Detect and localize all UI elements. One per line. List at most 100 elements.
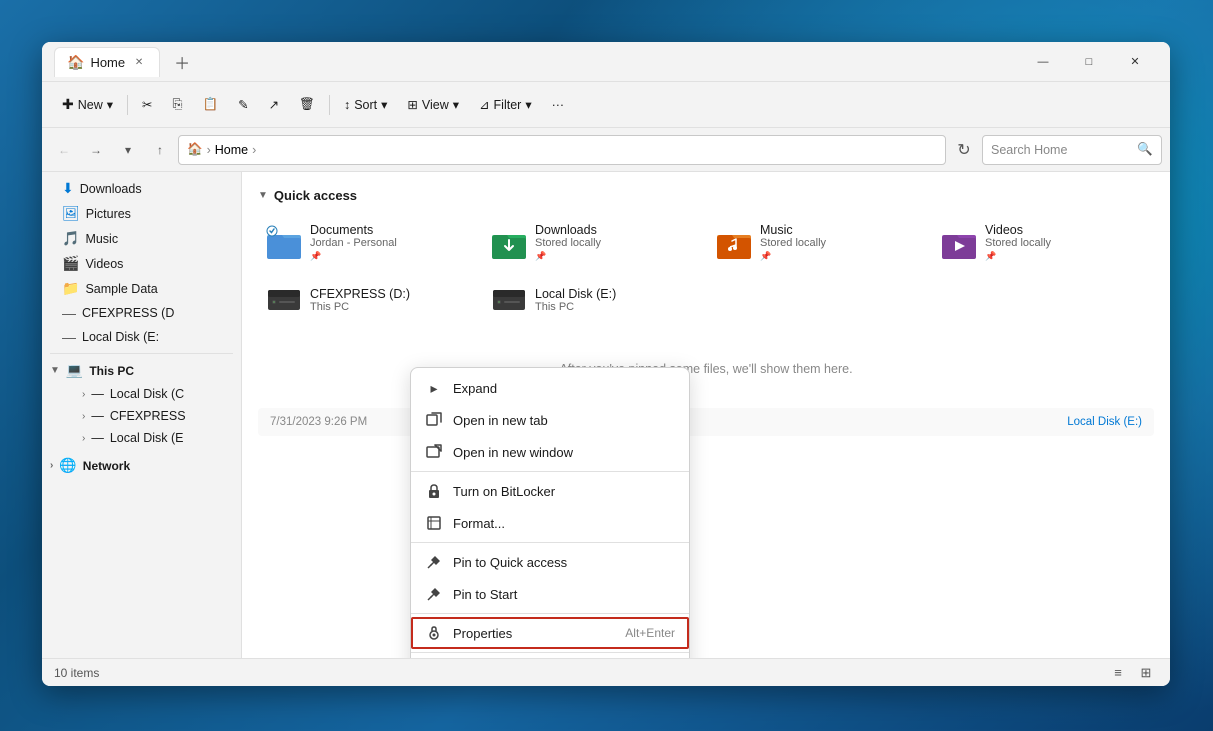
ctx-show-more[interactable]: Show more options [411,656,689,658]
ctx-expand-label: Expand [453,381,497,396]
sidebar-section-network[interactable]: › 🌐 Network [42,453,241,478]
back-button[interactable]: ← [50,136,78,164]
new-tab-button[interactable]: ＋ [168,48,196,76]
file-item-downloads[interactable]: Downloads Stored locally 📌 [483,215,704,270]
rename-button[interactable]: ✎ [230,92,256,117]
view-button[interactable]: ⊞ View ▾ [399,92,467,117]
ctx-expand[interactable]: ▸ Expand [411,372,689,404]
forward-button[interactable]: → [82,136,110,164]
local-e2-chevron: › [82,433,85,444]
bitlocker-icon [425,482,443,500]
sidebar-local-c-label: Local Disk (C [110,387,184,401]
path-sep-1: › [207,143,211,157]
sidebar-item-videos[interactable]: 🎬 Videos [46,251,237,276]
delete-button[interactable]: 🗑 [291,92,323,117]
videos-sub: Stored locally [985,237,1146,249]
address-path[interactable]: 🏠 › Home › [178,135,946,165]
ctx-separator-4 [411,652,689,653]
ctx-pin-quick-access[interactable]: Pin to Quick access [411,546,689,578]
window-controls: — □ ✕ [1020,46,1158,78]
sidebar-item-local-e[interactable]: — Local Disk (E: [46,325,237,349]
ctx-bitlocker[interactable]: Turn on BitLocker [411,475,689,507]
up-button[interactable]: ↑ [146,136,174,164]
title-bar: 🏠 Home ✕ ＋ — □ ✕ [42,42,1170,82]
file-item-local-disk-e[interactable]: Local Disk (E:) This PC [483,274,704,326]
sidebar-separator [50,353,233,354]
cfexpress-d-icon: — [62,305,76,321]
refresh-button[interactable]: ↻ [950,136,978,164]
close-button[interactable]: ✕ [1112,46,1158,78]
videos-pin: 📌 [985,251,1146,262]
file-item-music[interactable]: Music Stored locally 📌 [708,215,929,270]
cut-button[interactable]: ✂ [134,92,160,117]
file-item-cfexpress[interactable]: CFEXPRESS (D:) This PC [258,274,479,326]
home-tab[interactable]: 🏠 Home ✕ [54,47,160,77]
sidebar-item-pictures[interactable]: 🖼 Pictures [46,201,237,226]
file-explorer-window: 🏠 Home ✕ ＋ — □ ✕ ✚ New ▾ ✂ ⎘ 📋 ✎ [42,42,1170,686]
sidebar-item-local-c[interactable]: › — Local Disk (C [54,383,237,405]
recent-button[interactable]: ▾ [114,136,142,164]
paste-button[interactable]: 📋 [195,92,227,117]
home-tab-label: Home [90,55,125,70]
main-content: ⬇ Downloads 🖼 Pictures 🎵 Music 🎬 Videos … [42,172,1170,658]
bottom-local-disk-link[interactable]: Local Disk (E:) [1067,416,1142,428]
grid-view-button[interactable]: ⊞ [1134,661,1158,685]
sidebar: ⬇ Downloads 🖼 Pictures 🎵 Music 🎬 Videos … [42,172,242,658]
search-box[interactable]: Search Home 🔍 [982,135,1162,165]
toolbar-separator-2 [329,95,330,115]
this-pc-chevron: ▼ [50,365,60,376]
context-menu: ▸ Expand Open in new tab [410,367,690,658]
sidebar-section-this-pc[interactable]: ▼ 💻 This PC [42,358,241,383]
maximize-button[interactable]: □ [1066,46,1112,78]
format-icon [425,514,443,532]
ctx-properties[interactable]: Properties Alt+Enter [411,617,689,649]
local-disk-e-name: Local Disk (E:) [535,287,696,301]
ctx-pin-start[interactable]: Pin to Start [411,578,689,610]
pictures-icon: 🖼 [62,205,80,222]
ctx-open-new-window[interactable]: Open in new window [411,436,689,468]
file-item-documents[interactable]: Documents Jordan - Personal 📌 [258,215,479,270]
path-sep-2: › [252,143,256,157]
filter-button[interactable]: ⊿ Filter ▾ [471,92,540,117]
status-bar: 10 items ≡ ⊞ [42,658,1170,686]
downloads-pin: 📌 [535,251,696,262]
new-button[interactable]: ✚ New ▾ [54,91,121,118]
cfexpress-name: CFEXPRESS (D:) [310,287,471,301]
copy-button[interactable]: ⎘ [165,92,191,117]
share-button[interactable]: ↗ [261,92,287,117]
sidebar-item-sample-data[interactable]: 📁 Sample Data [46,276,237,301]
music-pin: 📌 [760,251,921,262]
ctx-pin-start-label: Pin to Start [453,587,517,602]
close-tab-button[interactable]: ✕ [131,54,147,70]
ctx-open-new-tab[interactable]: Open in new tab [411,404,689,436]
sort-icon: ↕ [344,98,350,112]
open-new-window-icon [425,443,443,461]
documents-name: Documents [310,223,471,237]
home-tab-icon: 🏠 [67,54,84,71]
sidebar-item-cfexpress-d2[interactable]: › — CFEXPRESS [54,405,237,427]
quick-access-chevron: ▼ [258,190,268,201]
new-icon: ✚ [62,96,74,113]
content-area: ▼ Quick access Documents [242,172,1170,658]
sidebar-item-music[interactable]: 🎵 Music [46,226,237,251]
this-pc-group: › — Local Disk (C › — CFEXPRESS › — Loca… [42,383,241,449]
ctx-properties-label: Properties [453,626,512,641]
sort-button[interactable]: ↕ Sort ▾ [336,92,395,117]
sidebar-item-downloads[interactable]: ⬇ Downloads [46,176,237,201]
sidebar-pictures-label: Pictures [86,207,131,221]
local-e2-icon: — [91,431,104,445]
address-bar: ← → ▾ ↑ 🏠 › Home › ↻ Search Home 🔍 [42,128,1170,172]
toolbar: ✚ New ▾ ✂ ⎘ 📋 ✎ ↗ 🗑 ↕ Sort ▾ ⊞ [42,82,1170,128]
music-sub: Stored locally [760,237,921,249]
minimize-button[interactable]: — [1020,46,1066,78]
list-view-button[interactable]: ≡ [1106,661,1130,685]
sidebar-item-cfexpress-d[interactable]: — CFEXPRESS (D [46,301,237,325]
more-button[interactable]: ··· [544,93,573,117]
view-label: View [422,98,449,112]
sidebar-item-local-e2[interactable]: › — Local Disk (E [54,427,237,449]
ctx-format[interactable]: Format... [411,507,689,539]
documents-pin: 📌 [310,251,471,262]
bottom-info: 7/31/2023 9:26 PM Local Disk (E:) [258,408,1154,436]
videos-icon: 🎬 [62,255,79,272]
file-item-videos[interactable]: Videos Stored locally 📌 [933,215,1154,270]
